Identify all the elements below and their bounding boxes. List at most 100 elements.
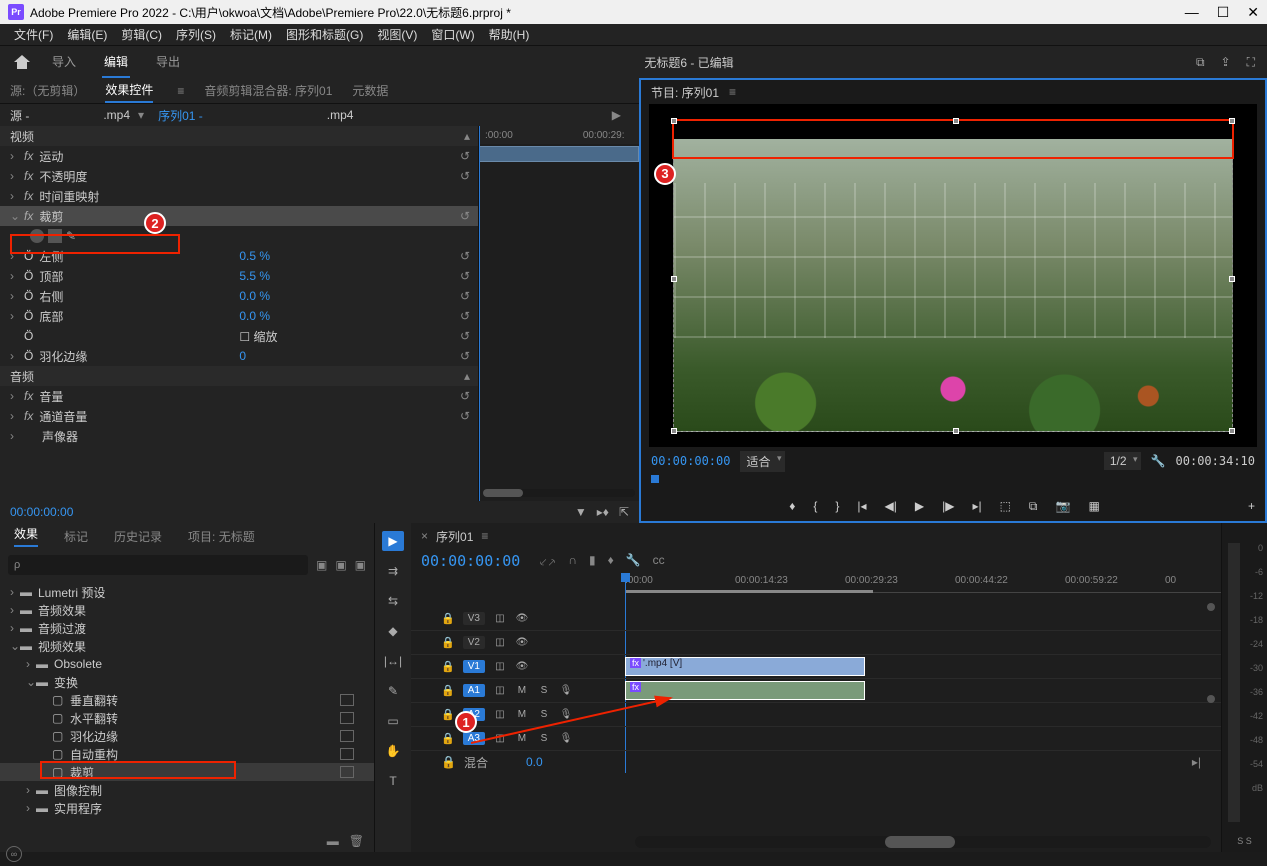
track-a3[interactable]: 🔒A3◫MS🎙 — [411, 727, 1221, 751]
menu-sequence[interactable]: 序列(S) — [170, 24, 222, 45]
keyframe-nav-icon[interactable]: ▸♦ — [597, 505, 609, 519]
toggle-output-icon[interactable]: ◫ — [493, 733, 507, 744]
track-select-tool-icon[interactable]: ⇉ — [382, 561, 404, 581]
effects-tree-item[interactable]: ›▬音频过渡 — [0, 619, 374, 637]
timeline-ruler[interactable]: :00:00 00:00:14:23 00:00:29:23 00:00:44:… — [625, 573, 1221, 593]
volume-effect[interactable]: ›fx音量↺ — [0, 386, 478, 406]
opacity-effect[interactable]: ›fx不透明度↺ — [0, 166, 478, 186]
collapse-icon[interactable]: ▴ — [464, 129, 470, 143]
program-monitor[interactable]: 3 — [649, 104, 1257, 447]
filter-icon[interactable]: ▼ — [575, 505, 587, 519]
button-editor-icon[interactable]: + — [1248, 499, 1255, 513]
goto-out-icon[interactable]: ▸| — [972, 499, 981, 513]
menu-file[interactable]: 文件(F) — [8, 24, 59, 45]
crop-top[interactable]: ›Ö顶部5.5 %↺ — [0, 266, 478, 286]
effects-tree-item[interactable]: ›▬图像控制 — [0, 781, 374, 799]
pen-tool-icon[interactable]: ✎ — [382, 681, 404, 701]
settings-icon[interactable]: 🔧 — [1151, 454, 1166, 468]
sequence-tab[interactable]: 序列01 — [436, 528, 473, 545]
menu-graphics[interactable]: 图形和标题(G) — [280, 24, 369, 45]
type-tool-icon[interactable]: T — [382, 771, 404, 791]
effects-tree-item[interactable]: ›▬Obsolete — [0, 655, 374, 673]
delete-icon[interactable]: 🗑 — [349, 834, 364, 848]
eye-icon[interactable]: 👁 — [515, 613, 529, 624]
audio-clip[interactable]: fx — [625, 681, 865, 700]
add-marker-icon[interactable]: ♦ — [789, 499, 795, 513]
scrollbar-thumb[interactable] — [885, 836, 955, 848]
menu-marker[interactable]: 标记(M) — [224, 24, 278, 45]
tab-source[interactable]: 源:（无剪辑） — [10, 79, 85, 102]
compare-icon[interactable]: ▦ — [1088, 499, 1099, 513]
zoom-fit-select[interactable]: 适合 — [740, 451, 784, 472]
slip-tool-icon[interactable]: |↔| — [382, 651, 404, 671]
tab-markers[interactable]: 标记 — [64, 528, 88, 545]
menu-help[interactable]: 帮助(H) — [483, 24, 536, 45]
time-remap-effect[interactable]: ›fx时间重映射 — [0, 186, 478, 206]
extract-icon[interactable]: ⧉ — [1029, 499, 1038, 514]
tab-project[interactable]: 项目: 无标题 — [188, 528, 255, 545]
chevron-down-icon[interactable]: ▾ — [138, 108, 144, 122]
tab-history[interactable]: 历史记录 — [114, 528, 162, 545]
video-clip[interactable]: fx'.mp4 [V] — [625, 657, 865, 676]
reset-icon[interactable]: ↺ — [460, 169, 470, 183]
fullscreen-icon[interactable]: ⛶ — [1247, 55, 1255, 70]
track-v3[interactable]: 🔒V3◫👁 — [411, 607, 1221, 631]
menu-edit[interactable]: 编辑(E) — [61, 24, 113, 45]
tab-export[interactable]: 导出 — [154, 47, 182, 78]
crop-feather[interactable]: ›Ö羽化边缘0↺ — [0, 346, 478, 366]
settings-wrench-icon[interactable]: 🔧 — [626, 553, 641, 570]
mark-in-icon[interactable]: { — [813, 499, 817, 513]
close-seq-icon[interactable]: × — [421, 529, 428, 543]
play-icon[interactable]: ▶ — [612, 108, 621, 122]
track-v2[interactable]: 🔒V2◫👁 — [411, 631, 1221, 655]
panner-effect[interactable]: ›声像器 — [0, 426, 478, 446]
quick-export-icon[interactable]: ⧉ — [1196, 55, 1205, 70]
effects-search-input[interactable]: ρ — [8, 555, 308, 575]
marker-icon[interactable]: ▮ — [589, 553, 596, 570]
razor-tool-icon[interactable]: ◆ — [382, 621, 404, 641]
program-tc-in[interactable]: 00:00:00:00 — [651, 454, 730, 468]
track-settings-icon[interactable] — [1207, 603, 1215, 611]
export-icon[interactable]: ⇱ — [619, 505, 629, 519]
share-icon[interactable]: ⇪ — [1221, 55, 1231, 70]
track-a2[interactable]: 🔒A2◫MS🎙 — [411, 703, 1221, 727]
toggle-output-icon[interactable]: ◫ — [493, 613, 507, 624]
play-icon[interactable]: ▶ — [915, 499, 924, 513]
effects-tree-item[interactable]: ⌄▬变换 — [0, 673, 374, 691]
linked-sel-icon[interactable]: ∩ — [568, 553, 577, 570]
menu-window[interactable]: 窗口(W) — [425, 24, 480, 45]
lock-icon[interactable]: 🔒 — [441, 708, 455, 721]
lock-icon[interactable]: 🔒 — [441, 660, 455, 673]
eye-icon[interactable]: 👁 — [515, 661, 529, 672]
video-section[interactable]: 视频 ▴ — [0, 126, 478, 146]
program-scrub-bar[interactable] — [651, 475, 1255, 491]
effects-tree-item[interactable]: ▢垂直翻转 — [0, 691, 374, 709]
menu-view[interactable]: 视图(V) — [371, 24, 423, 45]
mic-icon[interactable]: 🎙 — [559, 685, 573, 696]
crop-bottom[interactable]: ›Ö底部0.0 %↺ — [0, 306, 478, 326]
add-marker-icon[interactable]: ♦ — [608, 553, 614, 570]
timeline-timecode[interactable]: 00:00:00:00 — [421, 552, 520, 570]
effects-tree-item[interactable]: ›▬音频效果 — [0, 601, 374, 619]
mark-out-icon[interactable]: } — [835, 499, 839, 513]
selection-tool-icon[interactable]: ▶ — [382, 531, 404, 551]
home-icon[interactable] — [12, 53, 32, 71]
lock-icon[interactable]: 🔒 — [441, 612, 455, 625]
ec-timecode[interactable]: 00:00:00:00 — [10, 505, 73, 519]
tab-effects[interactable]: 效果 — [14, 525, 38, 547]
close-button[interactable]: ✕ — [1247, 4, 1259, 21]
reset-icon[interactable]: ↺ — [460, 209, 470, 223]
panel-menu-icon[interactable]: ≡ — [729, 85, 736, 99]
effects-tree-item[interactable]: ▢水平翻转 — [0, 709, 374, 727]
rect-tool-icon[interactable]: ▭ — [382, 711, 404, 731]
export-frame-icon[interactable]: 📷 — [1056, 499, 1071, 513]
lock-icon[interactable]: 🔒 — [441, 636, 455, 649]
caption-icon[interactable]: cc — [653, 553, 665, 570]
effects-tree-item[interactable]: ›▬实用程序 — [0, 799, 374, 817]
tab-edit[interactable]: 编辑 — [102, 47, 130, 78]
effects-tree-item[interactable]: ▢羽化边缘 — [0, 727, 374, 745]
track-settings-icon[interactable] — [1207, 695, 1215, 703]
mic-icon[interactable]: 🎙 — [559, 733, 573, 744]
crop-effect[interactable]: ⌄fx裁剪↺ — [0, 206, 478, 226]
crop-right[interactable]: ›Ö右侧0.0 %↺ — [0, 286, 478, 306]
